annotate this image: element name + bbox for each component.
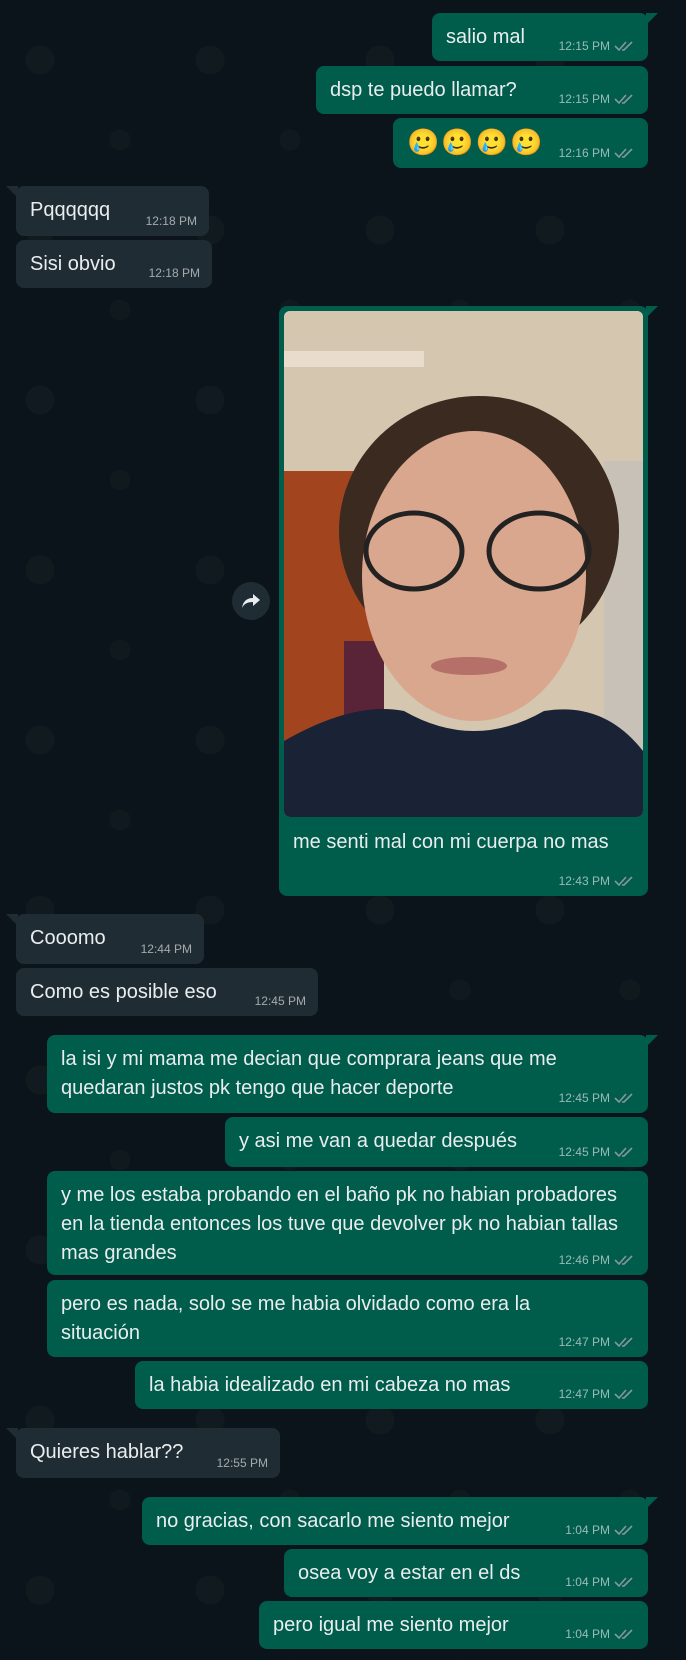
bubble-tail bbox=[646, 13, 658, 25]
incoming-message[interactable]: Sisi obvio 12:18 PM bbox=[16, 240, 212, 288]
message-time: 12:18 PM bbox=[148, 266, 200, 280]
message-time: 1:04 PM bbox=[565, 1627, 610, 1641]
selfie-photo bbox=[284, 311, 643, 817]
outgoing-message[interactable]: salio mal 12:15 PM bbox=[432, 13, 658, 61]
double-check-icon bbox=[614, 94, 633, 105]
message-text: no gracias, con sacarlo me siento mejor bbox=[156, 1510, 510, 1532]
message-time: 12:45 PM bbox=[254, 994, 306, 1008]
outgoing-message[interactable]: pero igual me siento mejor 1:04 PM bbox=[259, 1601, 648, 1649]
bubble-tail bbox=[6, 914, 18, 926]
double-check-icon bbox=[614, 1629, 633, 1640]
forward-button[interactable] bbox=[232, 582, 270, 620]
message-time: 1:04 PM bbox=[565, 1575, 610, 1589]
message-time: 12:18 PM bbox=[145, 214, 197, 228]
double-check-icon bbox=[614, 1255, 633, 1266]
message-text: la isi y mi mama me decian que comprara … bbox=[61, 1048, 563, 1099]
message-meta: 12:16 PM bbox=[559, 146, 636, 160]
message-text: y me los estaba probando en el baño pk n… bbox=[61, 1184, 624, 1264]
message-meta: 12:18 PM bbox=[146, 214, 197, 228]
double-check-icon bbox=[614, 1093, 633, 1104]
bubble-tail bbox=[646, 1035, 658, 1047]
message-meta: 1:04 PM bbox=[565, 1523, 636, 1537]
incoming-message[interactable]: Cooomo 12:44 PM bbox=[6, 914, 204, 964]
double-check-icon bbox=[614, 876, 633, 887]
message-meta: 12:55 PM bbox=[217, 1456, 268, 1470]
outgoing-message[interactable]: y me los estaba probando en el baño pk n… bbox=[47, 1171, 648, 1275]
outgoing-message[interactable]: y asi me van a quedar después 12:45 PM bbox=[225, 1117, 648, 1167]
outgoing-message[interactable]: la isi y mi mama me decian que comprara … bbox=[47, 1035, 658, 1113]
message-meta: 12:45 PM bbox=[255, 994, 306, 1008]
message-meta: 12:15 PM bbox=[559, 92, 636, 106]
outgoing-message[interactable]: la habia idealizado en mi cabeza no mas … bbox=[135, 1361, 648, 1409]
message-meta: 12:45 PM bbox=[559, 1091, 636, 1105]
incoming-message[interactable]: Como es posible eso 12:45 PM bbox=[16, 968, 318, 1016]
message-time: 12:16 PM bbox=[558, 146, 610, 160]
double-check-icon bbox=[614, 41, 633, 52]
outgoing-message[interactable]: dsp te puedo llamar? 12:15 PM bbox=[316, 66, 648, 114]
bubble-tail bbox=[6, 1428, 18, 1440]
message-time: 12:43 PM bbox=[558, 874, 610, 888]
double-check-icon bbox=[614, 1337, 633, 1348]
incoming-message[interactable]: Quieres hablar?? 12:55 PM bbox=[6, 1428, 280, 1478]
double-check-icon bbox=[614, 148, 633, 159]
photo-image[interactable] bbox=[284, 311, 643, 817]
message-time: 12:46 PM bbox=[558, 1253, 610, 1267]
message-meta: 12:15 PM bbox=[559, 39, 636, 53]
message-time: 1:04 PM bbox=[565, 1523, 610, 1537]
message-caption: me senti mal con mi cuerpa no mas bbox=[293, 831, 609, 853]
message-time: 12:45 PM bbox=[558, 1091, 610, 1105]
outgoing-message[interactable]: osea voy a estar en el ds 1:04 PM bbox=[284, 1549, 648, 1597]
incoming-message[interactable]: Pqqqqqq 12:18 PM bbox=[6, 186, 209, 236]
double-check-icon bbox=[614, 1147, 633, 1158]
message-meta: 12:43 PM bbox=[559, 874, 636, 888]
message-meta: 12:45 PM bbox=[559, 1145, 636, 1159]
message-meta: 12:44 PM bbox=[141, 942, 192, 956]
message-meta: 1:04 PM bbox=[565, 1627, 636, 1641]
message-time: 12:47 PM bbox=[558, 1387, 610, 1401]
message-time: 12:47 PM bbox=[558, 1335, 610, 1349]
message-meta: 12:47 PM bbox=[559, 1335, 636, 1349]
outgoing-image-message[interactable]: me senti mal con mi cuerpa no mas 12:43 … bbox=[279, 306, 658, 896]
message-meta: 12:46 PM bbox=[559, 1253, 636, 1267]
bubble-tail bbox=[646, 306, 658, 318]
bubble-tail bbox=[646, 1497, 658, 1509]
double-check-icon bbox=[614, 1577, 633, 1588]
message-meta: 1:04 PM bbox=[565, 1575, 636, 1589]
message-time: 12:15 PM bbox=[558, 92, 610, 106]
bubble-tail bbox=[6, 186, 18, 198]
message-time: 12:44 PM bbox=[140, 942, 192, 956]
chat-message-list[interactable]: salio mal 12:15 PM dsp te puedo llamar? … bbox=[0, 0, 686, 1660]
outgoing-message[interactable]: pero es nada, solo se me habia olvidado … bbox=[47, 1280, 648, 1357]
message-meta: 12:47 PM bbox=[559, 1387, 636, 1401]
message-meta: 12:18 PM bbox=[149, 266, 200, 280]
outgoing-message[interactable]: no gracias, con sacarlo me siento mejor … bbox=[142, 1497, 658, 1545]
double-check-icon bbox=[614, 1525, 633, 1536]
message-time: 12:55 PM bbox=[216, 1456, 268, 1470]
outgoing-message[interactable]: 🥲🥲🥲🥲 12:16 PM bbox=[393, 118, 648, 168]
message-time: 12:15 PM bbox=[558, 39, 610, 53]
double-check-icon bbox=[614, 1389, 633, 1400]
message-text: pero es nada, solo se me habia olvidado … bbox=[61, 1293, 536, 1344]
message-time: 12:45 PM bbox=[558, 1145, 610, 1159]
forward-arrow-icon bbox=[242, 594, 260, 608]
